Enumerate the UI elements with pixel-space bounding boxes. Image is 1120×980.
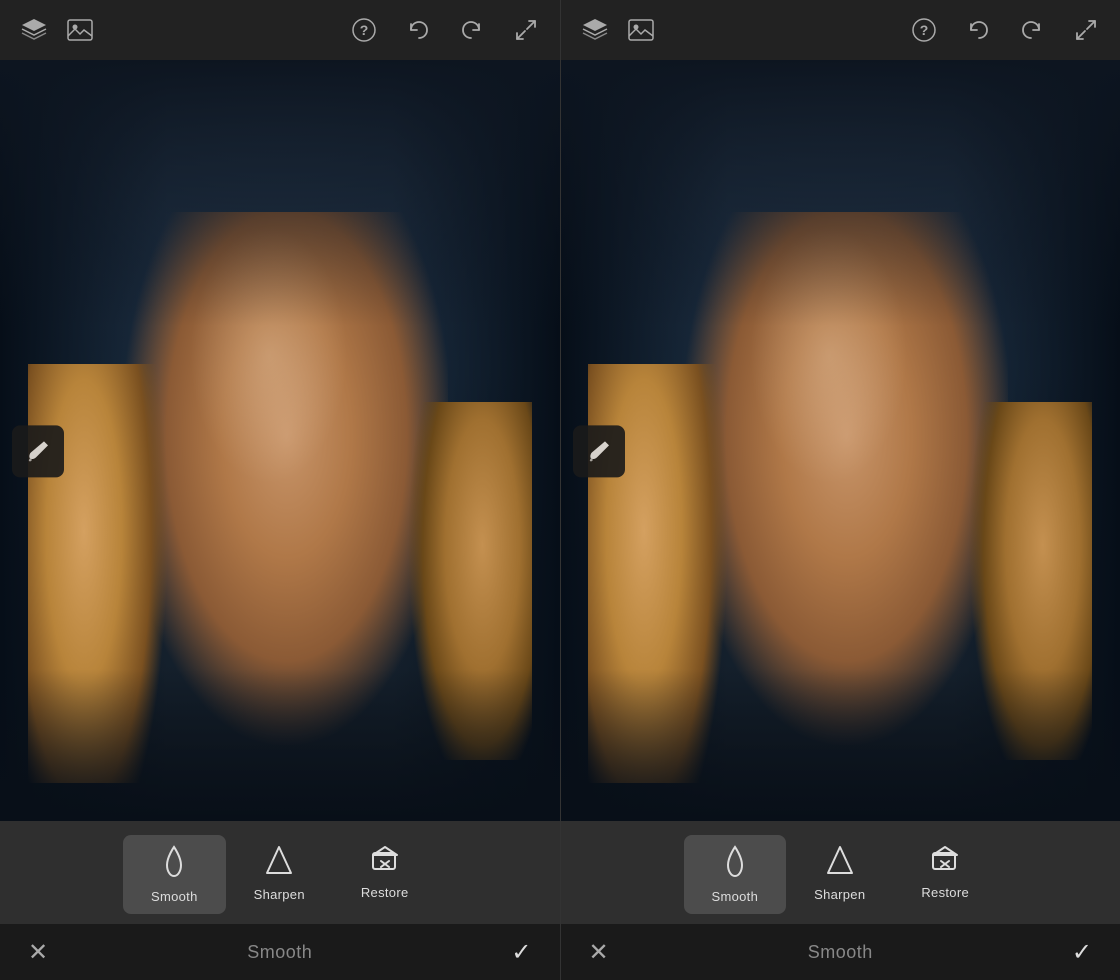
restore-icon-right [929, 845, 961, 879]
undo-button[interactable] [400, 12, 436, 48]
mode-label-right: Smooth [808, 942, 873, 963]
toolbar-right-left-icons [577, 12, 659, 48]
help-button-right[interactable]: ? [906, 12, 942, 48]
confirm-button-right[interactable]: ✓ [1064, 934, 1100, 970]
mode-label-left: Smooth [247, 942, 312, 963]
smooth-tool-right[interactable]: Smooth [684, 835, 787, 914]
panel-right: ? [561, 0, 1120, 980]
sharpen-icon-right [826, 845, 854, 881]
smooth-icon-left [159, 845, 189, 883]
action-bar-left: ✕ Smooth ✓ [0, 924, 560, 980]
portrait-left [0, 60, 560, 821]
toolbar-right-right-icons: ? [906, 12, 1104, 48]
panel-left: ? [0, 0, 561, 980]
restore-tool-left[interactable]: Restore [333, 835, 437, 914]
toolbar-left: ? [0, 0, 560, 60]
svg-text:?: ? [359, 22, 368, 38]
brush-tool-right[interactable] [573, 425, 625, 477]
restore-icon-left [369, 845, 401, 879]
restore-tool-right[interactable]: Restore [893, 835, 997, 914]
sharpen-tool-left[interactable]: Sharpen [226, 835, 333, 914]
layers-button-right[interactable] [577, 12, 613, 48]
svg-text:?: ? [920, 22, 929, 38]
app-container: ? [0, 0, 1120, 980]
sharpen-label-right: Sharpen [814, 887, 865, 902]
help-button[interactable]: ? [346, 12, 382, 48]
layers-button[interactable] [16, 12, 52, 48]
toolbar-right: ? [561, 0, 1120, 60]
toolbar-right-icons: ? [346, 12, 544, 48]
toolbar-left-icons [16, 12, 98, 48]
image-button-right[interactable] [623, 12, 659, 48]
undo-button-right[interactable] [960, 12, 996, 48]
tool-bar-left: Smooth Sharpen [0, 821, 560, 924]
restore-label-right: Restore [921, 885, 969, 900]
image-area-left[interactable] [0, 60, 560, 821]
confirm-button-left[interactable]: ✓ [503, 934, 539, 970]
smooth-label-right: Smooth [712, 889, 759, 904]
expand-button[interactable] [508, 12, 544, 48]
redo-button-right[interactable] [1014, 12, 1050, 48]
sharpen-tool-right[interactable]: Sharpen [786, 835, 893, 914]
smooth-tool-left[interactable]: Smooth [123, 835, 226, 914]
tool-bar-right: Smooth Sharpen [561, 821, 1120, 924]
action-bar-right: ✕ Smooth ✓ [561, 924, 1120, 980]
restore-label-left: Restore [361, 885, 409, 900]
smooth-label-left: Smooth [151, 889, 198, 904]
cancel-button-left[interactable]: ✕ [20, 934, 56, 970]
image-button[interactable] [62, 12, 98, 48]
sharpen-label-left: Sharpen [254, 887, 305, 902]
portrait-right [561, 60, 1120, 821]
expand-button-right[interactable] [1068, 12, 1104, 48]
sharpen-icon-left [265, 845, 293, 881]
smooth-icon-right [720, 845, 750, 883]
image-area-right[interactable] [561, 60, 1120, 821]
redo-button[interactable] [454, 12, 490, 48]
brush-tool-left[interactable] [12, 425, 64, 477]
cancel-button-right[interactable]: ✕ [581, 934, 617, 970]
